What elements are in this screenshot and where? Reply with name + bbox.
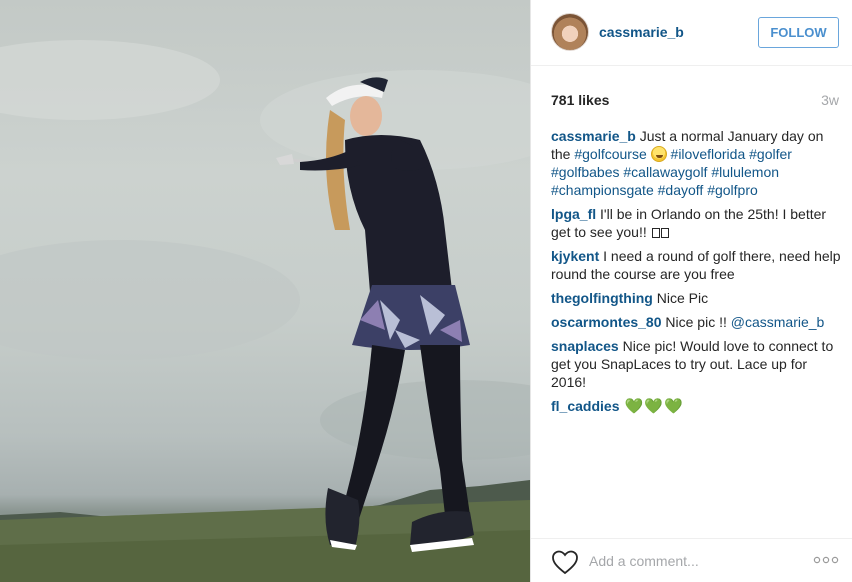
post-author-username[interactable]: cassmarie_b — [599, 24, 684, 40]
green-hearts-emoji: 💚💚💚 — [619, 398, 684, 415]
list-item: oscarmontes_80 Nice pic !! @cassmarie_b — [551, 313, 841, 331]
comment-text: Nice Pic — [652, 290, 709, 306]
post-side-panel: cassmarie_b FOLLOW 781 likes 3w cassmari… — [531, 0, 852, 582]
list-item: snaplaces Nice pic! Would love to connec… — [551, 337, 841, 391]
unknown-glyph-icon — [651, 228, 660, 238]
list-item: lpga_fl I'll be in Orlando on the 25th! … — [551, 205, 841, 241]
mention-link[interactable]: @cassmarie_b — [731, 314, 825, 330]
list-item: kjykent I need a round of golf there, ne… — [551, 247, 841, 283]
heart-outline-icon[interactable] — [551, 549, 579, 575]
list-item: thegolfingthing Nice Pic — [551, 289, 841, 307]
post-photo[interactable] — [0, 0, 530, 582]
comment-footer — [531, 538, 852, 582]
caption-comment: cassmarie_b Just a normal January day on… — [551, 127, 841, 199]
comment-username[interactable]: lpga_fl — [551, 206, 596, 222]
comment-username[interactable]: kjykent — [551, 248, 599, 264]
avatar[interactable] — [551, 13, 589, 51]
comment-username[interactable]: thegolfingthing — [551, 290, 653, 306]
comment-username[interactable]: oscarmontes_80 — [551, 314, 662, 330]
add-comment-input[interactable] — [589, 549, 789, 573]
likes-row: 781 likes 3w — [551, 92, 839, 112]
smiley-emoji-icon — [650, 146, 667, 162]
hashtag-link[interactable]: #golfcourse — [574, 146, 646, 162]
ellipsis-icon[interactable] — [813, 553, 839, 567]
post-header: cassmarie_b FOLLOW — [531, 0, 852, 66]
post-age[interactable]: 3w — [821, 92, 839, 108]
comment-text: Nice pic !! — [661, 314, 731, 330]
golfer-photo-illustration — [0, 40, 530, 582]
follow-button[interactable]: FOLLOW — [758, 17, 839, 48]
likes-count[interactable]: 781 likes — [551, 92, 609, 108]
list-item: fl_caddies 💚💚💚 — [551, 397, 841, 416]
unknown-glyph-icon — [660, 228, 669, 238]
comments-list: cassmarie_b Just a normal January day on… — [551, 127, 841, 422]
comment-username[interactable]: snaplaces — [551, 338, 619, 354]
comment-username[interactable]: cassmarie_b — [551, 128, 636, 144]
comment-username[interactable]: fl_caddies — [551, 398, 619, 414]
